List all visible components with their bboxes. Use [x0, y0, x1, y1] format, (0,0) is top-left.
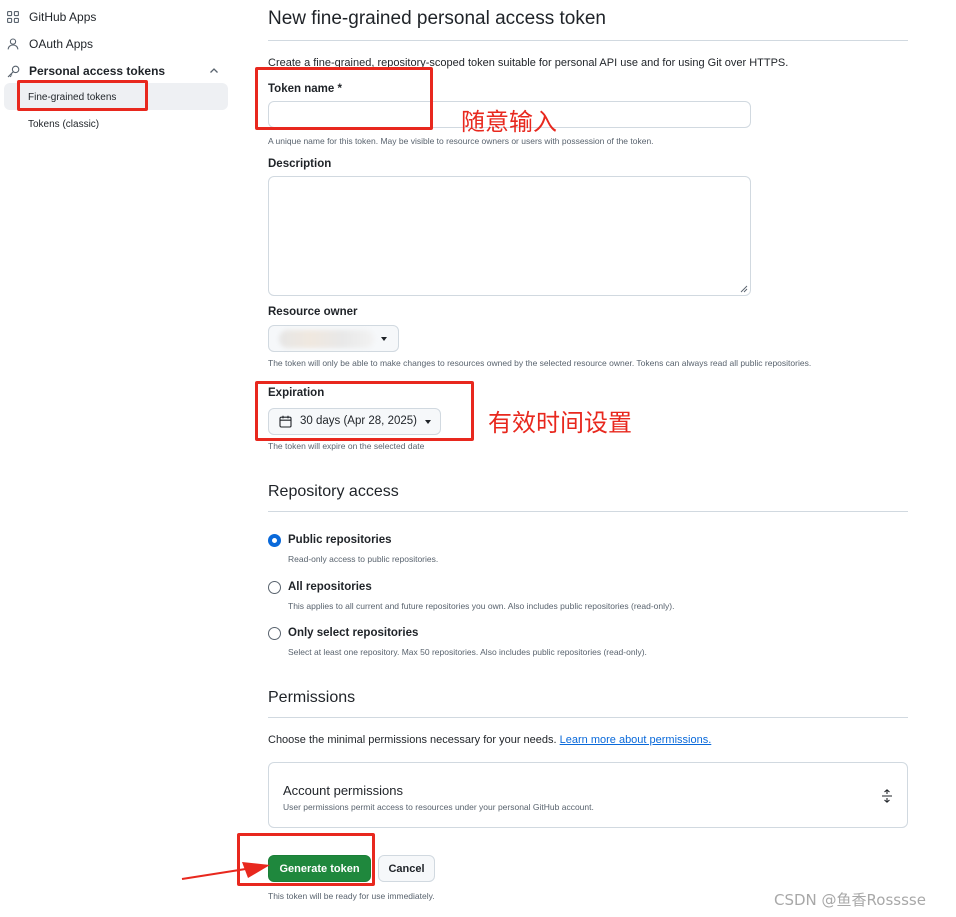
person-icon — [6, 37, 20, 51]
resource-owner-label: Resource owner — [268, 306, 358, 318]
annotation-box-expiration — [255, 381, 474, 441]
account-permissions-title: Account permissions — [283, 783, 403, 798]
permissions-intro: Choose the minimal permissions necessary… — [268, 734, 557, 746]
sidebar-item-label: Personal access tokens — [29, 64, 166, 78]
account-permissions-panel[interactable]: Account permissions User permissions per… — [268, 762, 908, 828]
expiration-note: The token will expire on the selected da… — [268, 441, 425, 451]
apps-grid-icon — [6, 10, 20, 24]
option-all-label: All repositories — [288, 581, 372, 593]
option-public-label: Public repositories — [288, 534, 392, 546]
annotation-box-fine-grained — [17, 80, 148, 111]
key-icon — [6, 64, 20, 78]
sidebar-item-label: GitHub Apps — [29, 10, 97, 24]
annotation-arrow-icon — [181, 862, 270, 880]
permissions-heading: Permissions — [268, 689, 356, 706]
sidebar-item-github-apps[interactable]: GitHub Apps — [6, 10, 96, 24]
token-name-note: A unique name for this token. May be vis… — [268, 136, 654, 146]
radio-all-repositories[interactable] — [268, 581, 281, 594]
cancel-button[interactable]: Cancel — [378, 855, 435, 882]
watermark: CSDN @鱼香Rosssse — [774, 891, 926, 909]
sidebar-item-oauth-apps[interactable]: OAuth Apps — [6, 37, 93, 51]
option-all-desc: This applies to all current and future r… — [288, 601, 675, 611]
annotation-token-name-hint: 随意输入 — [461, 108, 557, 136]
permissions-intro-line: Choose the minimal permissions necessary… — [268, 734, 711, 746]
caret-down-icon — [381, 337, 387, 341]
sidebar-item-tokens-classic[interactable]: Tokens (classic) — [28, 119, 99, 130]
radio-only-select-repositories[interactable] — [268, 627, 281, 640]
option-select-desc: Select at least one repository. Max 50 r… — [288, 647, 647, 657]
description-label: Description — [268, 158, 332, 170]
radio-public-repositories[interactable] — [268, 534, 281, 547]
option-public-desc: Read-only access to public repositories. — [288, 554, 439, 564]
sidebar-item-personal-access-tokens[interactable]: Personal access tokens — [6, 64, 165, 78]
learn-more-permissions-link[interactable]: Learn more about permissions. — [560, 734, 712, 746]
page-title: New fine-grained personal access token — [268, 8, 606, 29]
repository-access-divider — [268, 511, 908, 512]
chevron-up-icon[interactable] — [208, 64, 220, 76]
owner-avatar-blurred — [279, 330, 374, 348]
generate-note: This token will be ready for use immedia… — [268, 891, 435, 901]
description-textarea[interactable] — [268, 176, 751, 296]
unfold-icon[interactable] — [881, 789, 893, 803]
account-permissions-desc: User permissions permit access to resour… — [283, 802, 594, 812]
resource-owner-note: The token will only be able to make chan… — [268, 358, 812, 368]
option-select-label: Only select repositories — [288, 627, 419, 639]
resource-owner-select[interactable] — [268, 325, 399, 352]
resize-handle-icon[interactable] — [740, 285, 748, 293]
sidebar-item-label: OAuth Apps — [29, 37, 94, 51]
title-divider — [268, 40, 908, 41]
permissions-divider — [268, 717, 908, 718]
repository-access-heading: Repository access — [268, 483, 399, 500]
annotation-box-token-name — [255, 67, 433, 130]
annotation-expiration-hint: 有效时间设置 — [488, 409, 632, 437]
